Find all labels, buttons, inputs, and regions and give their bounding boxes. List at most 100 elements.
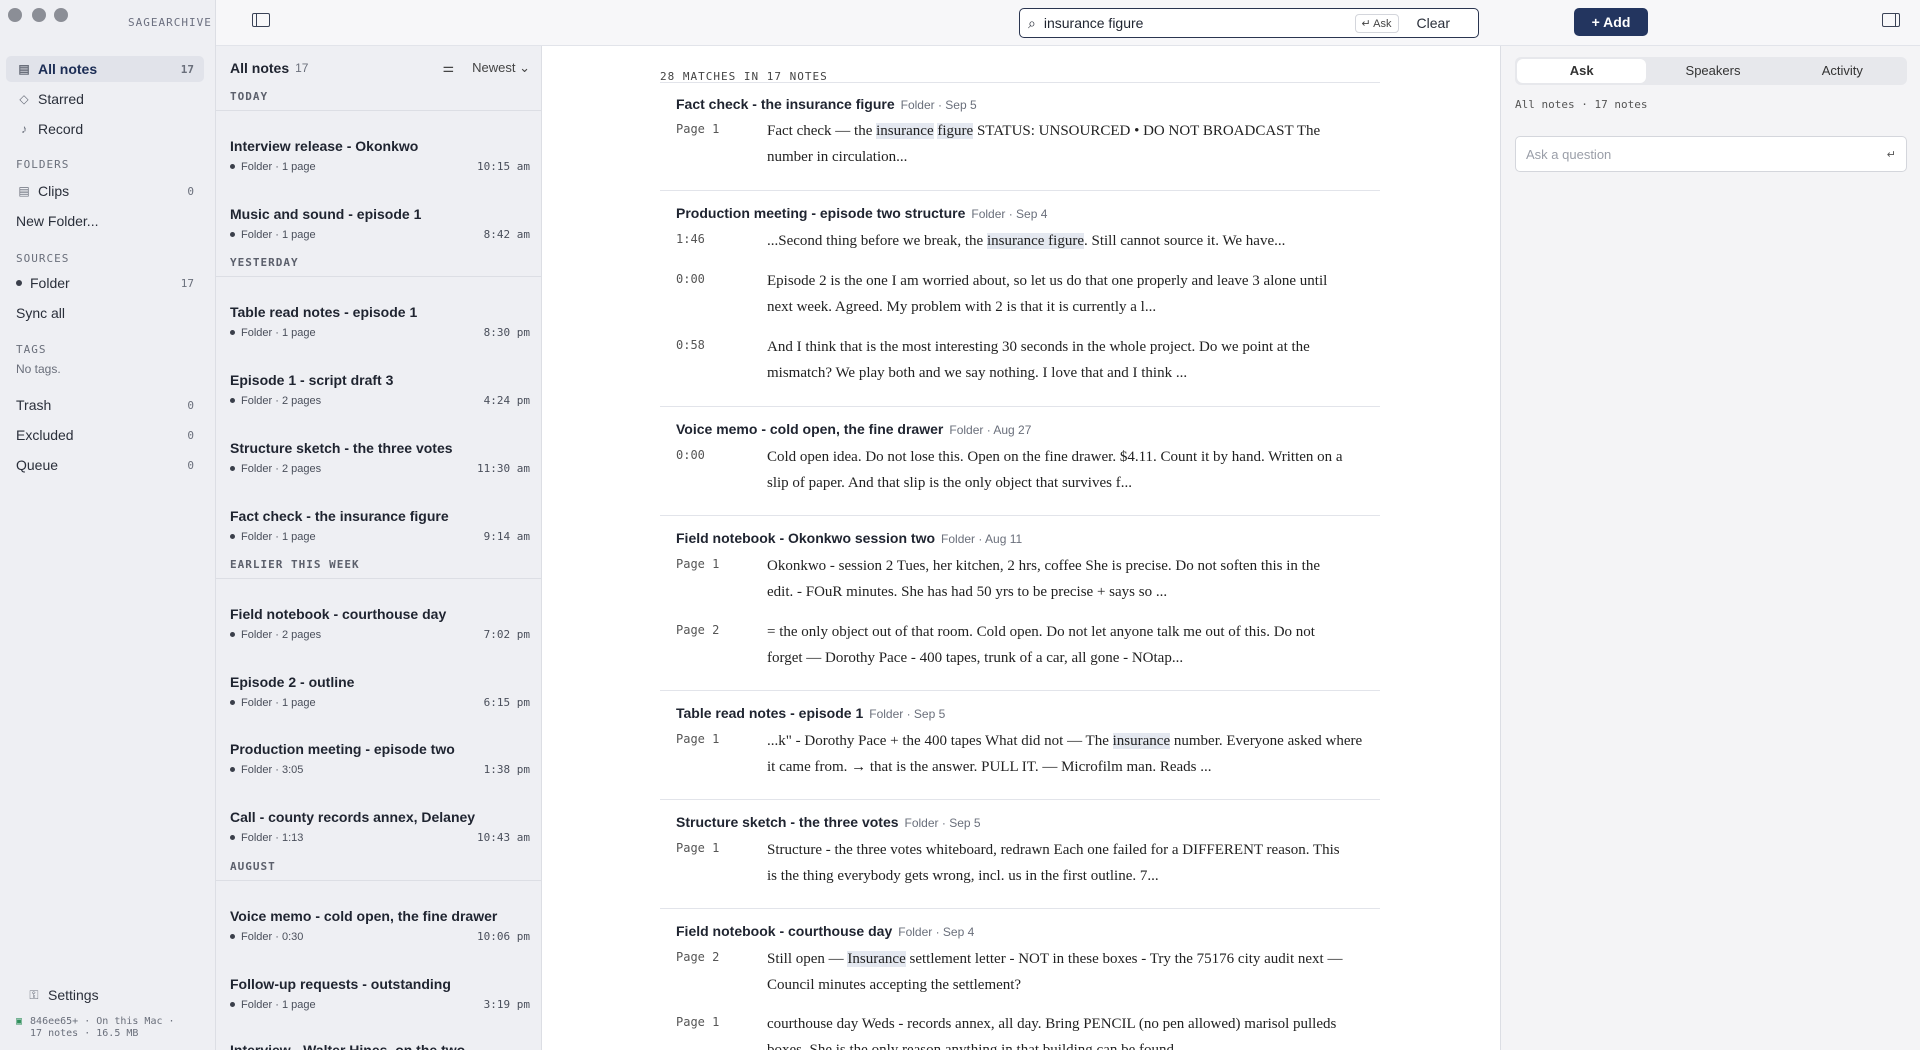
settings-button[interactable]: ⚿ Settings bbox=[16, 982, 196, 1008]
ask-input[interactable]: Ask a question ↵ bbox=[1515, 136, 1907, 172]
enter-icon[interactable]: ↵ bbox=[1887, 148, 1896, 161]
sidebar-item-starred[interactable]: ◇ Starred bbox=[6, 86, 204, 112]
snippet-text[interactable]: Still open — Insurance settlement letter… bbox=[767, 946, 1347, 998]
search-bar[interactable]: ⌕ insurance figure ↵ Ask Clear bbox=[1019, 8, 1479, 38]
sidebar-item-clips[interactable]: ▤ Clips 0 bbox=[6, 178, 204, 204]
sidebar-item-all-notes[interactable]: ▤ All notes 17 bbox=[6, 56, 204, 82]
close-window-button[interactable] bbox=[8, 8, 22, 22]
snippet-text[interactable]: ...Second thing before we break, the ins… bbox=[767, 228, 1367, 254]
top-bar: ⌕ insurance figure ↵ Ask Clear + Add bbox=[216, 0, 1920, 46]
snippet-text[interactable]: Fact check — the insurance figure STATUS… bbox=[767, 118, 1347, 170]
add-button[interactable]: + Add bbox=[1574, 8, 1648, 36]
result-title-text: Structure sketch - the three votes bbox=[676, 814, 899, 830]
tab-ask[interactable]: Ask bbox=[1517, 59, 1647, 83]
ask-shortcut-badge[interactable]: ↵ Ask bbox=[1354, 13, 1399, 33]
note-item[interactable]: Interview release - Okonkwo Folder · 1 p… bbox=[230, 138, 530, 173]
note-title: Episode 1 - script draft 3 bbox=[230, 372, 394, 388]
snippet-text[interactable]: Okonkwo - session 2 Tues, her kitchen, 2… bbox=[767, 553, 1347, 605]
note-time: 1:38 pm bbox=[483, 763, 530, 776]
note-item[interactable]: Structure sketch - the three votes Folde… bbox=[230, 440, 530, 475]
source-dot-icon bbox=[230, 164, 235, 169]
new-folder-button[interactable]: New Folder... bbox=[6, 208, 204, 234]
source-dot-icon bbox=[230, 700, 235, 705]
lock-icon: ⚿ bbox=[29, 987, 39, 1002]
result-title[interactable]: Structure sketch - the three votes Folder… bbox=[676, 814, 981, 830]
result-title[interactable]: Fact check - the insurance figure Folder … bbox=[676, 96, 977, 112]
sidebar-item-count: 0 bbox=[187, 398, 194, 412]
result-title[interactable]: Production meeting - episode two structu… bbox=[676, 205, 1047, 221]
result-title[interactable]: Table read notes - episode 1 Folder · Sep… bbox=[676, 705, 945, 721]
sidebar-item-label: Trash bbox=[16, 397, 52, 413]
divider bbox=[660, 799, 1380, 800]
note-time: 10:06 pm bbox=[477, 930, 530, 943]
zoom-window-button[interactable] bbox=[54, 8, 68, 22]
status-footer: ▣ 846ee65+ · On this Mac · 17 notes · 16… bbox=[16, 1016, 206, 1040]
snippet-location: 0:00 bbox=[676, 448, 705, 462]
sidebar-item-record[interactable]: ♪ Record bbox=[6, 116, 204, 142]
note-item[interactable]: Call - county records annex, Delaney Fol… bbox=[230, 809, 530, 844]
note-item[interactable]: Interview - Walter Hines, on the two bbox=[230, 1042, 530, 1050]
sidebar-item-trash[interactable]: Trash 0 bbox=[6, 392, 204, 418]
right-panel-toggle-icon[interactable] bbox=[1882, 13, 1900, 27]
snippet-text[interactable]: ...k" - Dorothy Pace + the 400 tapes Wha… bbox=[767, 728, 1367, 780]
note-item[interactable]: Fact check - the insurance figure Folder… bbox=[230, 508, 530, 543]
snippet-text[interactable]: = the only object out of that room. Cold… bbox=[767, 619, 1347, 671]
result-title[interactable]: Field notebook - courthouse day Folder · … bbox=[676, 923, 974, 939]
note-item[interactable]: Table read notes - episode 1 Folder · 1 … bbox=[230, 304, 530, 339]
snippet-location: Page 2 bbox=[676, 623, 720, 637]
sidebar-item-label: Record bbox=[38, 121, 84, 137]
tag-icon: ◇ bbox=[19, 92, 29, 106]
clear-search-button[interactable]: Clear bbox=[1417, 15, 1450, 31]
filter-icon[interactable]: ⚌ bbox=[442, 60, 454, 76]
sidebar-item-queue[interactable]: Queue 0 bbox=[6, 452, 204, 478]
source-dot-icon bbox=[230, 767, 235, 772]
result-title[interactable]: Voice memo - cold open, the fine drawer F… bbox=[676, 421, 1031, 437]
note-item[interactable]: Follow-up requests - outstanding Folder … bbox=[230, 976, 530, 1011]
database-icon: ▣ bbox=[16, 1016, 23, 1027]
tab-speakers[interactable]: Speakers bbox=[1648, 57, 1777, 85]
snippet-text[interactable]: Structure - the three votes whiteboard, … bbox=[767, 837, 1347, 889]
note-item[interactable]: Episode 1 - script draft 3 Folder · 2 pa… bbox=[230, 372, 530, 407]
sort-dropdown[interactable]: Newest ⌄ bbox=[472, 60, 530, 76]
sidebar-item-count: 0 bbox=[187, 428, 194, 442]
note-title: Interview - Walter Hines, on the two bbox=[230, 1042, 466, 1050]
minimize-window-button[interactable] bbox=[32, 8, 46, 22]
note-meta: Folder · 0:30 bbox=[241, 930, 304, 943]
snippet-location: Page 1 bbox=[676, 732, 720, 746]
note-time: 6:15 pm bbox=[483, 696, 530, 709]
divider bbox=[216, 578, 541, 579]
note-time: 11:30 am bbox=[477, 462, 530, 475]
snippet-highlight: figure bbox=[937, 123, 974, 139]
source-dot-icon bbox=[230, 398, 235, 403]
panel-tabs: Ask Speakers Activity bbox=[1515, 57, 1907, 85]
result-title-text: Fact check - the insurance figure bbox=[676, 96, 895, 112]
snippet-text[interactable]: Cold open idea. Do not lose this. Open o… bbox=[767, 444, 1347, 496]
note-item[interactable]: Field notebook - courthouse day Folder ·… bbox=[230, 606, 530, 641]
sync-all-button[interactable]: Sync all bbox=[6, 300, 204, 326]
note-item[interactable]: Episode 2 - outline Folder · 1 page 6:15 … bbox=[230, 674, 530, 709]
note-time: 3:19 pm bbox=[483, 998, 530, 1011]
note-item[interactable]: Production meeting - episode two Folder … bbox=[230, 741, 530, 776]
tab-activity[interactable]: Activity bbox=[1778, 57, 1907, 85]
note-title: Table read notes - episode 1 bbox=[230, 304, 418, 320]
snippet-text[interactable]: courthouse day Weds - records annex, all… bbox=[767, 1011, 1347, 1050]
snippet-text[interactable]: And I think that is the most interesting… bbox=[767, 334, 1347, 386]
snippet-text[interactable]: Episode 2 is the one I am worried about,… bbox=[767, 268, 1347, 320]
note-item[interactable]: Music and sound - episode 1 Folder · 1 p… bbox=[230, 206, 530, 241]
sidebar-item-source-folder[interactable]: Folder 17 bbox=[6, 270, 204, 296]
sidebar-item-label: All notes bbox=[38, 61, 98, 77]
group-heading: EARLIER THIS WEEK bbox=[230, 558, 360, 571]
sidebar-toggle-icon[interactable] bbox=[252, 13, 270, 27]
snippet-highlight: insurance figure bbox=[986, 233, 1084, 249]
result-title[interactable]: Field notebook - Okonkwo session two Fold… bbox=[676, 530, 1022, 546]
result-meta: Folder · Sep 5 bbox=[904, 816, 981, 830]
search-results: 28 MATCHES IN 17 NOTES Fact check - the … bbox=[542, 46, 1500, 1050]
result-title-text: Table read notes - episode 1 bbox=[676, 705, 864, 721]
result-meta: Folder · Sep 5 bbox=[900, 98, 977, 112]
tags-heading: TAGS bbox=[16, 343, 47, 356]
search-input[interactable]: insurance figure bbox=[1044, 15, 1355, 31]
note-item[interactable]: Voice memo - cold open, the fine drawer … bbox=[230, 908, 530, 943]
sidebar-item-excluded[interactable]: Excluded 0 bbox=[6, 422, 204, 448]
settings-label: Settings bbox=[48, 987, 99, 1003]
result-title-text: Production meeting - episode two structu… bbox=[676, 205, 966, 221]
